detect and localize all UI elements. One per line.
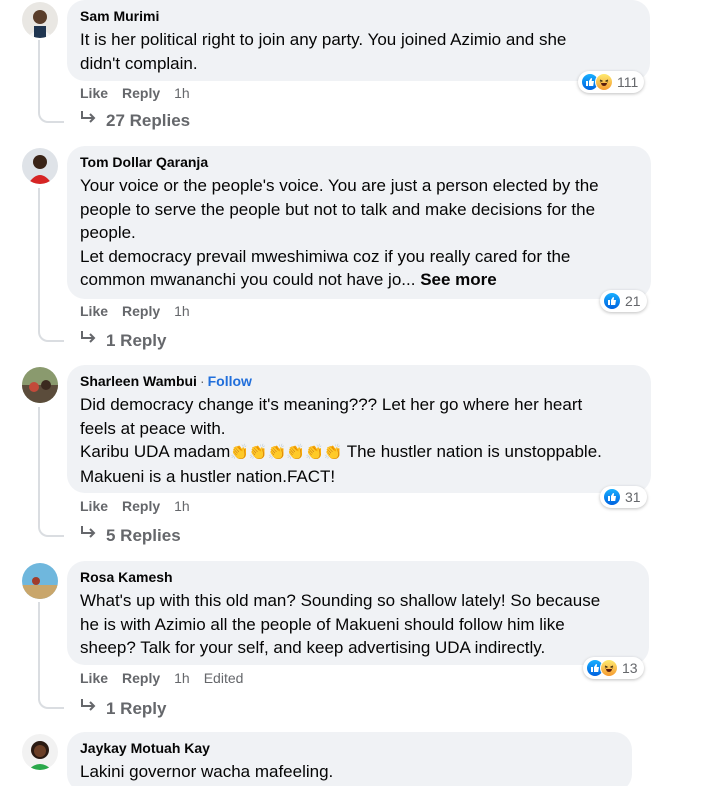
comment-author[interactable]: Tom Dollar Qaranja xyxy=(80,153,639,171)
reaction-count: 13 xyxy=(622,660,638,676)
reaction-summary[interactable]: 111 xyxy=(578,71,645,93)
comment-author[interactable]: Jaykay Motuah Kay xyxy=(80,739,620,757)
like-button[interactable]: Like xyxy=(80,670,108,686)
see-more-link[interactable]: See more xyxy=(420,270,497,289)
comment-author: Sharleen Wambui · Follow xyxy=(80,372,639,390)
reaction-count: 31 xyxy=(625,489,641,505)
thread-line xyxy=(38,40,40,112)
avatar[interactable] xyxy=(22,2,58,38)
replies-count-label: 5 Replies xyxy=(106,525,181,545)
comment-bubble: Jaykay Motuah Kay Lakini governor wacha … xyxy=(67,732,632,786)
comment-actions: Like Reply 1h xyxy=(80,498,190,514)
like-button[interactable]: Like xyxy=(80,85,108,101)
comment-actions: Like Reply 1h xyxy=(80,85,190,101)
like-button[interactable]: Like xyxy=(80,498,108,514)
thread-connector xyxy=(38,689,64,709)
reaction-summary[interactable]: 13 xyxy=(583,657,644,679)
comment-actions: Like Reply 1h Edited xyxy=(80,670,243,686)
thread-connector xyxy=(38,322,64,342)
thread-connector xyxy=(38,103,64,123)
replies-count-label: 1 Reply xyxy=(106,330,167,350)
comment-text: Lakini governor wacha mafeeling. xyxy=(80,762,334,781)
view-replies-link[interactable]: 5 Replies xyxy=(80,525,181,546)
comment-text: Did democracy change it's meaning??? Let… xyxy=(80,395,602,486)
like-icon xyxy=(603,292,621,310)
thread-line xyxy=(38,407,40,527)
author-name[interactable]: Sharleen Wambui xyxy=(80,373,197,389)
edited-label[interactable]: Edited xyxy=(204,670,244,686)
clapping-hands-emoji: 👏👏👏👏👏👏 xyxy=(230,444,343,461)
comment-bubble: Sam Murimi It is her political right to … xyxy=(67,0,650,81)
avatar[interactable] xyxy=(22,367,58,403)
comment-bubble: Rosa Kamesh What's up with this old man?… xyxy=(67,561,649,665)
comment-text: Your voice or the people's voice. You ar… xyxy=(80,176,599,289)
avatar[interactable] xyxy=(22,563,58,599)
author-separator: · xyxy=(199,373,205,389)
comment-text: What's up with this old man? Sounding so… xyxy=(80,591,601,657)
follow-button[interactable]: Follow xyxy=(208,373,252,389)
comment-bubble: Tom Dollar Qaranja Your voice or the peo… xyxy=(67,146,651,299)
comment-timestamp[interactable]: 1h xyxy=(174,670,190,686)
comment-author[interactable]: Rosa Kamesh xyxy=(80,568,637,586)
comment-text: It is her political right to join any pa… xyxy=(80,30,567,73)
reaction-count: 111 xyxy=(617,74,639,90)
view-replies-link[interactable]: 27 Replies xyxy=(80,110,190,131)
haha-icon xyxy=(595,73,613,91)
reply-arrow-icon xyxy=(80,698,98,719)
comment-timestamp[interactable]: 1h xyxy=(174,303,190,319)
reply-button[interactable]: Reply xyxy=(122,85,160,101)
view-replies-link[interactable]: 1 Reply xyxy=(80,330,166,351)
reaction-summary[interactable]: 31 xyxy=(600,486,647,508)
haha-icon xyxy=(600,659,618,677)
replies-count-label: 27 Replies xyxy=(106,110,191,130)
comment-timestamp[interactable]: 1h xyxy=(174,85,190,101)
avatar[interactable] xyxy=(22,734,58,770)
comment-bubble: Sharleen Wambui · Follow Did democracy cha… xyxy=(67,365,651,493)
thread-connector xyxy=(38,517,64,537)
reply-button[interactable]: Reply xyxy=(122,670,160,686)
avatar[interactable] xyxy=(22,148,58,184)
view-replies-link[interactable]: 1 Reply xyxy=(80,698,166,719)
reaction-summary[interactable]: 21 xyxy=(600,290,647,312)
reaction-count: 21 xyxy=(625,293,641,309)
comment-timestamp[interactable]: 1h xyxy=(174,498,190,514)
thread-line xyxy=(38,188,40,332)
comment-actions: Like Reply 1h xyxy=(80,303,190,319)
thread-line xyxy=(38,602,40,700)
reply-arrow-icon xyxy=(80,110,98,131)
reply-arrow-icon xyxy=(80,525,98,546)
like-icon xyxy=(603,488,621,506)
reply-button[interactable]: Reply xyxy=(122,303,160,319)
replies-count-label: 1 Reply xyxy=(106,698,167,718)
like-button[interactable]: Like xyxy=(80,303,108,319)
reply-button[interactable]: Reply xyxy=(122,498,160,514)
reply-arrow-icon xyxy=(80,330,98,351)
comment-author[interactable]: Sam Murimi xyxy=(80,7,638,25)
